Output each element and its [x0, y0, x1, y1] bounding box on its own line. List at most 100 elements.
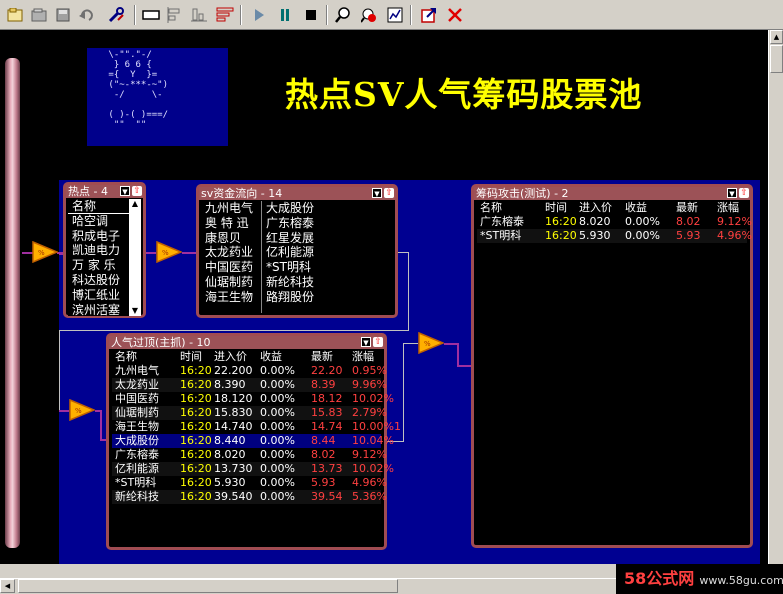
table-row[interactable]: 九州电气 16:20 22.200 0.00% 22.20 0.95%	[112, 364, 387, 378]
table-cell: 10.04%	[352, 434, 394, 447]
close-icon[interactable]	[444, 4, 466, 26]
zoom-icon[interactable]	[332, 4, 354, 26]
table-cell: 9.96%	[352, 378, 387, 391]
flow-arrow-icon[interactable]: %	[418, 332, 444, 354]
table-row[interactable]: 新纶科技 16:20 39.540 0.00% 39.54 5.36%	[112, 490, 387, 504]
list-item[interactable]: 科达股份	[68, 273, 129, 288]
list-item[interactable]: 凯迪电力	[68, 243, 129, 258]
list-item[interactable]: 亿利能源	[262, 245, 324, 260]
new-icon[interactable]	[4, 4, 26, 26]
vertical-scrollbar[interactable]: ▲	[768, 30, 783, 564]
strategy-canvas[interactable]: \-""."-/ } 6 6 { ={ Y }= ("~-***-~") -/ …	[0, 30, 768, 564]
align-bottom-icon[interactable]	[188, 4, 210, 26]
table-row[interactable]: 海王生物 16:20 14.740 0.00% 14.74 10.00%1	[112, 420, 401, 434]
table-row[interactable]: 广东榕泰 16:20 8.020 0.00% 8.02 9.12%	[477, 215, 752, 229]
popular-panel[interactable]: 人气过顶(主抓) - 10 ▼ ⇧ 名称 时间 进入价 收益 最新 涨幅 九州电气 16:20…	[106, 333, 401, 550]
play-icon[interactable]	[248, 4, 270, 26]
format-icon[interactable]	[214, 4, 236, 26]
rect-icon[interactable]	[140, 4, 162, 26]
pause-icon[interactable]	[274, 4, 296, 26]
list-item[interactable]: 太龙药业	[201, 245, 261, 260]
panel-menu-icon[interactable]: ▼	[727, 188, 737, 198]
list-item[interactable]: 万 家 乐	[68, 258, 129, 273]
table-row[interactable]: 亿利能源 16:20 13.730 0.00% 13.73 10.02%	[112, 462, 394, 476]
scroll-thumb[interactable]	[770, 45, 783, 73]
scroll-left-icon[interactable]: ◀	[0, 579, 15, 593]
flow-arrow-icon[interactable]: %	[156, 241, 182, 263]
sv-list-left[interactable]: 九州电气 奥 特 迅 康恩贝 太龙药业 中国医药 仙琚制药 海王生物	[201, 201, 261, 305]
list-item[interactable]: 九州电气	[201, 201, 261, 216]
sv-panel[interactable]: sv资金流向 - 14 ▼ ⇧ 九州电气 奥 特 迅 康恩贝 太龙药业 中国医药…	[196, 184, 398, 318]
chip-table[interactable]: 名称 时间 进入价 收益 最新 涨幅 广东榕泰 16:20 8.020 0.00% 8.02 9.12…	[477, 201, 752, 243]
svg-text:%: %	[424, 340, 431, 348]
align-left-icon[interactable]	[164, 4, 186, 26]
sv-panel-header[interactable]: sv资金流向 - 14 ▼ ⇧	[199, 187, 395, 200]
flow-arrow-icon[interactable]: %	[32, 241, 58, 263]
toolbar	[0, 0, 783, 30]
list-item[interactable]: 新纶科技	[262, 275, 324, 290]
list-header: 名称	[68, 199, 129, 214]
panel-up-icon[interactable]: ⇧	[132, 186, 142, 196]
open-icon[interactable]	[28, 4, 50, 26]
stop-icon[interactable]	[300, 4, 322, 26]
list-item[interactable]: 康恩贝	[201, 231, 261, 246]
table-row[interactable]: *ST明科 16:20 5.930 0.00% 5.93 4.96%	[477, 229, 752, 243]
list-item[interactable]: 积成电子	[68, 229, 129, 244]
chip-panel[interactable]: 筹码攻击(测试) - 2 ▼ ⇧ 名称 时间 进入价 收益 最新 涨幅 广东榕泰 16:20 8…	[471, 184, 753, 548]
scroll-up-icon[interactable]: ▲	[770, 30, 783, 44]
scroll-tube[interactable]	[5, 58, 20, 548]
undo-icon[interactable]	[76, 4, 98, 26]
panel-menu-icon[interactable]: ▼	[372, 188, 382, 198]
list-item[interactable]: 滨州活塞	[68, 303, 129, 318]
list-item[interactable]: 奥 特 迅	[201, 216, 261, 231]
list-item[interactable]: 博汇纸业	[68, 288, 129, 303]
table-row[interactable]: 太龙药业 16:20 8.390 0.00% 8.39 9.96%	[112, 378, 387, 392]
panel-up-icon[interactable]: ⇧	[739, 188, 749, 198]
list-item[interactable]: 广东榕泰	[262, 216, 324, 231]
list-item[interactable]: 哈空调	[68, 214, 129, 229]
scroll-up-icon[interactable]: ▲	[129, 199, 141, 209]
table-cell: 0.00%	[260, 434, 295, 447]
flow-arrow-icon[interactable]: %	[69, 399, 95, 421]
search-doc-icon[interactable]	[358, 4, 380, 26]
table-cell: 0.00%	[260, 406, 295, 419]
list-item[interactable]: 大成股份	[262, 201, 324, 216]
table-row[interactable]: 大成股份 16:20 8.440 0.00% 8.44 10.04%	[112, 434, 394, 448]
panel-menu-icon[interactable]: ▼	[120, 186, 130, 196]
save-icon[interactable]	[52, 4, 74, 26]
scroll-thumb[interactable]	[18, 579, 398, 593]
list-item[interactable]: 红星发展	[262, 231, 324, 246]
table-cell: 8.390	[214, 378, 246, 391]
panel-up-icon[interactable]: ⇧	[373, 337, 383, 347]
sv-list-right[interactable]: 大成股份 广东榕泰 红星发展 亿利能源 *ST明科 新纶科技 路翔股份	[262, 201, 324, 305]
table-row[interactable]: 广东榕泰 16:20 8.020 0.00% 8.02 9.12%	[112, 448, 387, 462]
table-cell: 9.12%	[352, 448, 387, 461]
list-item[interactable]: 海王生物	[201, 290, 261, 305]
table-cell: 0.00%	[625, 229, 660, 242]
list-item[interactable]: 仙琚制药	[201, 275, 261, 290]
hot-panel-header[interactable]: 热点 - 4 ▼ ⇧	[66, 185, 143, 198]
scroll-down-icon[interactable]: ▼	[129, 306, 141, 316]
hot-panel[interactable]: 热点 - 4 ▼ ⇧ 名称 哈空调 积成电子 凯迪电力 万 家 乐 科达股份 博…	[63, 182, 146, 318]
export-icon[interactable]	[418, 4, 440, 26]
table-cell: 亿利能源	[115, 462, 159, 475]
table-cell: 15.83	[311, 406, 343, 419]
hot-list-scrollbar[interactable]: ▲ ▼	[129, 199, 141, 316]
table-row[interactable]: 中国医药 16:20 18.120 0.00% 18.12 10.02%	[112, 392, 394, 406]
list-item[interactable]: *ST明科	[262, 260, 324, 275]
list-item[interactable]: 路翔股份	[262, 290, 324, 305]
panel-menu-icon[interactable]: ▼	[361, 337, 371, 347]
hot-list[interactable]: 名称 哈空调 积成电子 凯迪电力 万 家 乐 科达股份 博汇纸业 滨州活塞	[68, 199, 129, 318]
table-cell: 0.00%	[260, 476, 295, 489]
chart-icon[interactable]	[384, 4, 406, 26]
tools-icon[interactable]	[106, 4, 128, 26]
list-item[interactable]: 中国医药	[201, 260, 261, 275]
chip-panel-header[interactable]: 筹码攻击(测试) - 2 ▼ ⇧	[474, 187, 750, 200]
table-row[interactable]: *ST明科 16:20 5.930 0.00% 5.93 4.96%	[112, 476, 387, 490]
table-row[interactable]: 仙琚制药 16:20 15.830 0.00% 15.83 2.79%	[112, 406, 387, 420]
table-cell: 海王生物	[115, 420, 159, 433]
horizontal-scrollbar[interactable]: ◀	[0, 564, 616, 594]
panel-up-icon[interactable]: ⇧	[384, 188, 394, 198]
popular-table[interactable]: 名称 时间 进入价 收益 最新 涨幅 九州电气 16:20 22.200 0.00% 22.20 0.…	[112, 350, 401, 504]
popular-panel-header[interactable]: 人气过顶(主抓) - 10 ▼ ⇧	[109, 336, 384, 349]
